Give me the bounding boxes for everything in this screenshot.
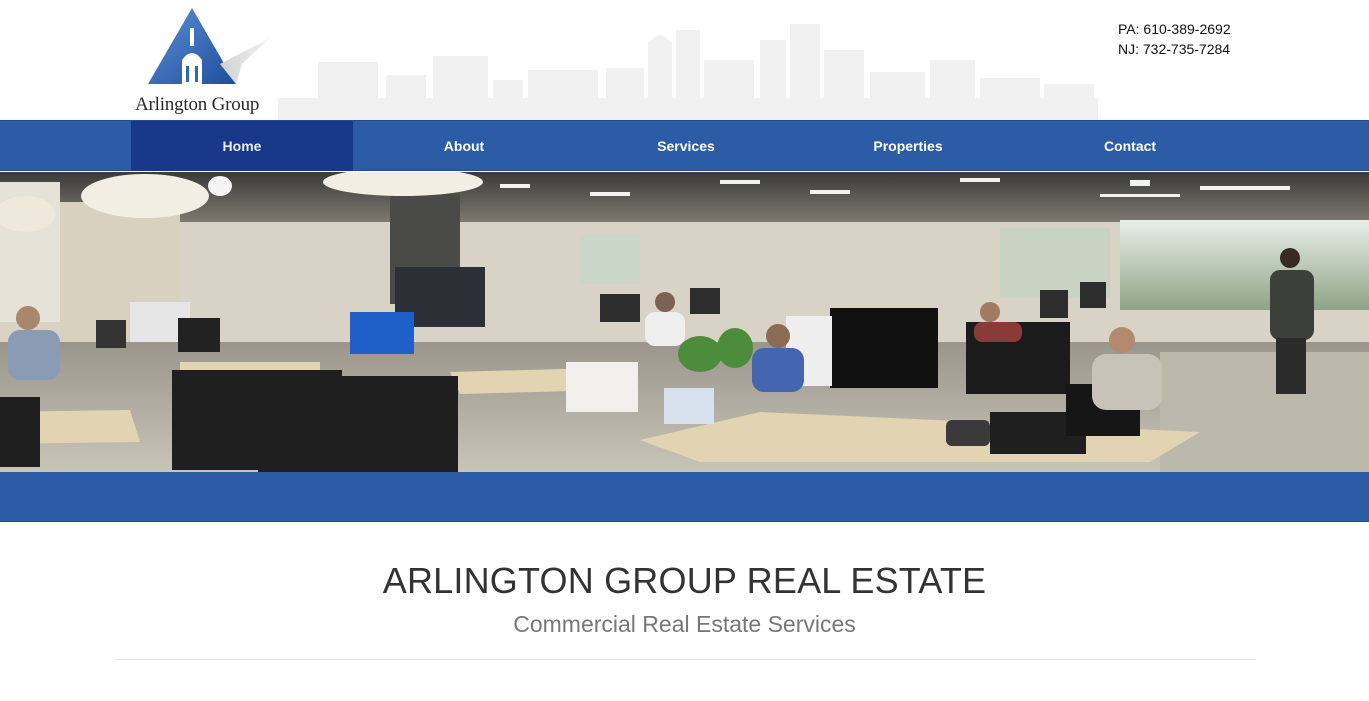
nav-home[interactable]: Home [131,121,353,171]
phone-numbers: PA: 610-389-2692 NJ: 732-735-7284 [1118,19,1231,59]
logo-wordmark: Arlington Group [135,94,260,115]
divider [115,659,1256,660]
blue-band [0,472,1369,522]
city-skyline-graphic [278,24,1098,120]
phone-pa: PA: 610-389-2692 [1118,21,1231,37]
page-title: ARLINGTON GROUP REAL ESTATE [382,560,987,601]
capitol-dome-icon [148,8,270,84]
office-hero-image [0,172,1369,472]
nav-contact[interactable]: Contact [1019,121,1241,171]
site-header: Arlington Group PA: 610-389-2692 NJ: 732… [0,0,1369,120]
nav-properties[interactable]: Properties [797,121,1019,171]
phone-nj: NJ: 732-735-7284 [1118,41,1231,57]
nav-about[interactable]: About [353,121,575,171]
nav-services[interactable]: Services [575,121,797,171]
arlington-group-logo[interactable]: Arlington Group [130,6,280,118]
page-subtitle: Commercial Real Estate Services [513,611,856,637]
main-nav: Home About Services Properties Contact [0,120,1369,171]
